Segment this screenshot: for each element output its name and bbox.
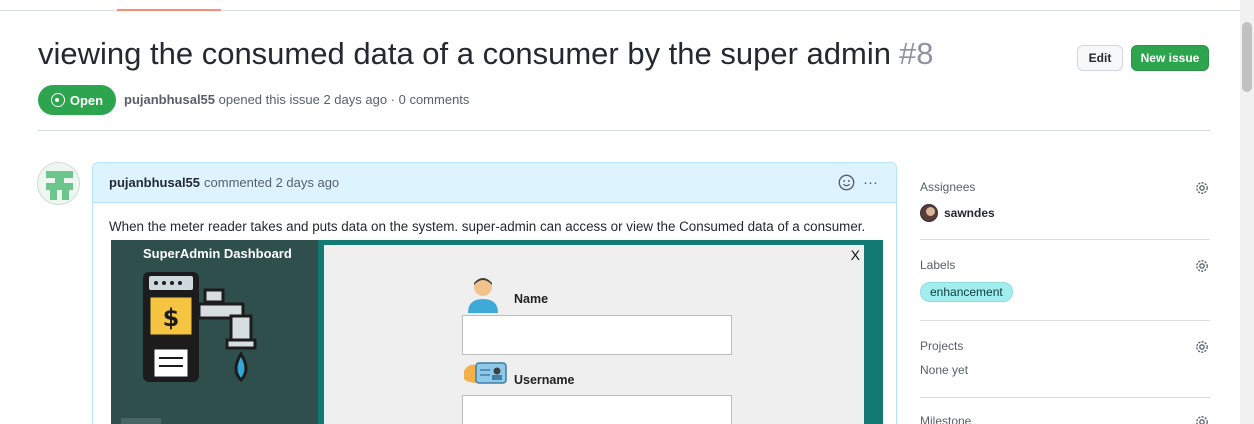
header-divider <box>38 130 1210 131</box>
assignees-heading[interactable]: Assignees <box>920 180 1210 194</box>
id-card-icon <box>464 362 507 384</box>
issue-state-label: Open <box>69 92 104 108</box>
dollar-sign-icon: $ <box>163 304 180 332</box>
assignee-avatar <box>920 204 938 222</box>
user-avatar-icon <box>468 278 498 313</box>
comment-actions: ··· <box>838 174 878 191</box>
comment-author-avatar[interactable] <box>37 162 80 205</box>
page-scrollbar[interactable] <box>1240 0 1254 424</box>
comment-timestamp[interactable]: commented 2 days ago <box>204 175 339 190</box>
sidebar-labels: Labels enhancement <box>920 258 1210 302</box>
comment-author-link[interactable]: pujanbhusal55 <box>109 175 200 190</box>
label-enhancement[interactable]: enhancement <box>920 282 1013 302</box>
embedded-dashboard-image: SuperAdmin Dashboard $ X Name Username <box>111 240 883 424</box>
dashboard-form-panel: X Name Username <box>324 245 864 424</box>
name-input-field <box>462 315 732 355</box>
sidebar-divider <box>920 239 1210 240</box>
active-tab-indicator <box>117 9 221 11</box>
sidebar-menu-item <box>121 418 161 424</box>
dashboard-sidebar: SuperAdmin Dashboard $ <box>111 240 318 424</box>
new-issue-button[interactable]: New issue <box>1131 45 1209 71</box>
issue-open-icon <box>50 93 65 107</box>
milestone-heading[interactable]: Milestone <box>920 414 1210 424</box>
smiley-icon[interactable] <box>838 174 855 191</box>
assignee-item[interactable]: sawndes <box>920 204 1210 222</box>
issue-meta: pujanbhusal55 opened this issue 2 days a… <box>124 92 469 107</box>
issue-meta-text: opened this issue 2 days ago · 0 comment… <box>218 92 470 107</box>
labels-gear-icon[interactable] <box>1194 258 1210 274</box>
name-field-label: Name <box>514 292 549 306</box>
issue-number: #8 <box>898 36 934 71</box>
close-icon: X <box>850 247 860 263</box>
sidebar-projects: Projects None yet <box>920 339 1210 377</box>
sidebar-divider <box>920 320 1210 321</box>
water-meter-icon: $ <box>143 272 257 383</box>
projects-heading[interactable]: Projects <box>920 339 1210 353</box>
labels-list: enhancement <box>920 282 1210 302</box>
comment-box: pujanbhusal55 commented 2 days ago ··· W… <box>92 162 897 424</box>
username-input-field <box>462 395 732 424</box>
projects-gear-icon[interactable] <box>1194 339 1210 355</box>
assignee-name[interactable]: sawndes <box>944 206 995 220</box>
scrollbar-thumb[interactable] <box>1242 22 1252 92</box>
sidebar-assignees: Assignees sawndes <box>920 180 1210 222</box>
dashboard-title: SuperAdmin Dashboard <box>143 246 292 261</box>
labels-heading[interactable]: Labels <box>920 258 1210 272</box>
milestone-gear-icon[interactable] <box>1194 414 1210 424</box>
edit-button[interactable]: Edit <box>1077 45 1123 71</box>
comment-body: When the meter reader takes and puts dat… <box>109 219 866 234</box>
sidebar-divider <box>920 397 1210 398</box>
issue-title-text: viewing the consumed data of a consumer … <box>38 36 891 71</box>
sidebar-milestone: Milestone <box>920 414 1210 424</box>
username-field-label: Username <box>514 373 575 387</box>
kebab-menu-icon[interactable]: ··· <box>863 174 878 191</box>
assignees-gear-icon[interactable] <box>1194 180 1210 196</box>
projects-value: None yet <box>920 363 969 377</box>
identicon-icon <box>38 163 79 204</box>
comment-header: pujanbhusal55 commented 2 days ago ··· <box>93 163 896 203</box>
issue-author-link[interactable]: pujanbhusal55 <box>124 92 215 107</box>
issue-state-badge: Open <box>38 85 116 115</box>
issue-title: viewing the consumed data of a consumer … <box>38 36 933 72</box>
